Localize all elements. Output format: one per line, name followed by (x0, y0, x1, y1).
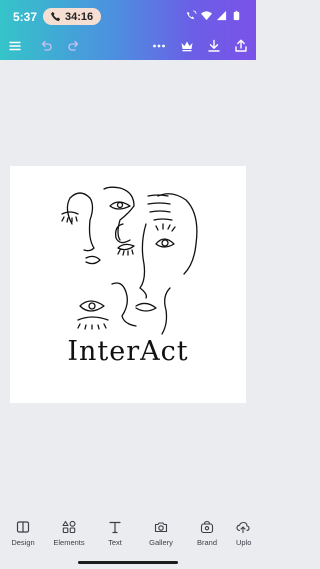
ongoing-call-pill[interactable]: 34:16 (43, 8, 101, 25)
nav-item-brand[interactable]: Brand (184, 514, 230, 554)
status-icons (186, 10, 242, 21)
gesture-navigation-bar[interactable] (78, 561, 178, 564)
wifi-icon (201, 11, 212, 21)
crown-icon (181, 41, 193, 52)
undo-button[interactable] (37, 37, 55, 55)
premium-button[interactable] (178, 37, 196, 55)
undo-icon (41, 40, 52, 51)
status-time: 5:37 (13, 10, 38, 24)
line-art-faces-illustration (61, 186, 198, 335)
design-icon (16, 521, 30, 533)
menu-icon (9, 41, 21, 51)
redo-button[interactable] (65, 37, 83, 55)
nav-label-text: Text (108, 538, 122, 547)
phone-icon (50, 11, 61, 22)
share-button[interactable] (232, 37, 250, 55)
nav-label-brand: Brand (196, 538, 217, 547)
nav-label-gallery: Gallery (149, 538, 173, 547)
design-canvas[interactable]: InterAct (10, 166, 246, 403)
text-icon (109, 521, 121, 534)
redo-icon (68, 40, 79, 51)
status-bar: 5:37 34:16 (0, 0, 256, 33)
download-icon (208, 39, 220, 52)
elements-icon (62, 520, 76, 534)
upload-icon (236, 521, 250, 534)
camera-icon (154, 522, 168, 533)
nav-item-design[interactable]: Design (0, 514, 46, 554)
editor-toolbar (0, 33, 256, 60)
download-button[interactable] (205, 37, 223, 55)
nav-label-design: Design (11, 538, 35, 547)
brand-icon (200, 520, 214, 534)
nav-item-uploads[interactable]: Uplo (226, 514, 256, 554)
nav-label-uploads: Uplo (236, 538, 252, 547)
wifi-call-icon (186, 10, 197, 20)
nav-item-elements[interactable]: Elements (46, 514, 92, 554)
nav-item-gallery[interactable]: Gallery (138, 514, 184, 554)
header: 5:37 34:16 (0, 0, 256, 60)
share-icon (235, 39, 247, 52)
call-timer: 34:16 (65, 10, 94, 23)
battery-icon (233, 10, 240, 21)
more-options-button[interactable] (150, 37, 168, 55)
more-icon (153, 44, 165, 48)
nav-item-text[interactable]: Text (92, 514, 138, 554)
logo-text[interactable]: InterAct (10, 336, 246, 367)
nav-label-elements: Elements (53, 538, 85, 547)
bottom-navigation: Design Elements Text Gallery Brand Uplo (0, 514, 256, 554)
signal-icon (216, 10, 227, 21)
menu-button[interactable] (6, 37, 24, 55)
